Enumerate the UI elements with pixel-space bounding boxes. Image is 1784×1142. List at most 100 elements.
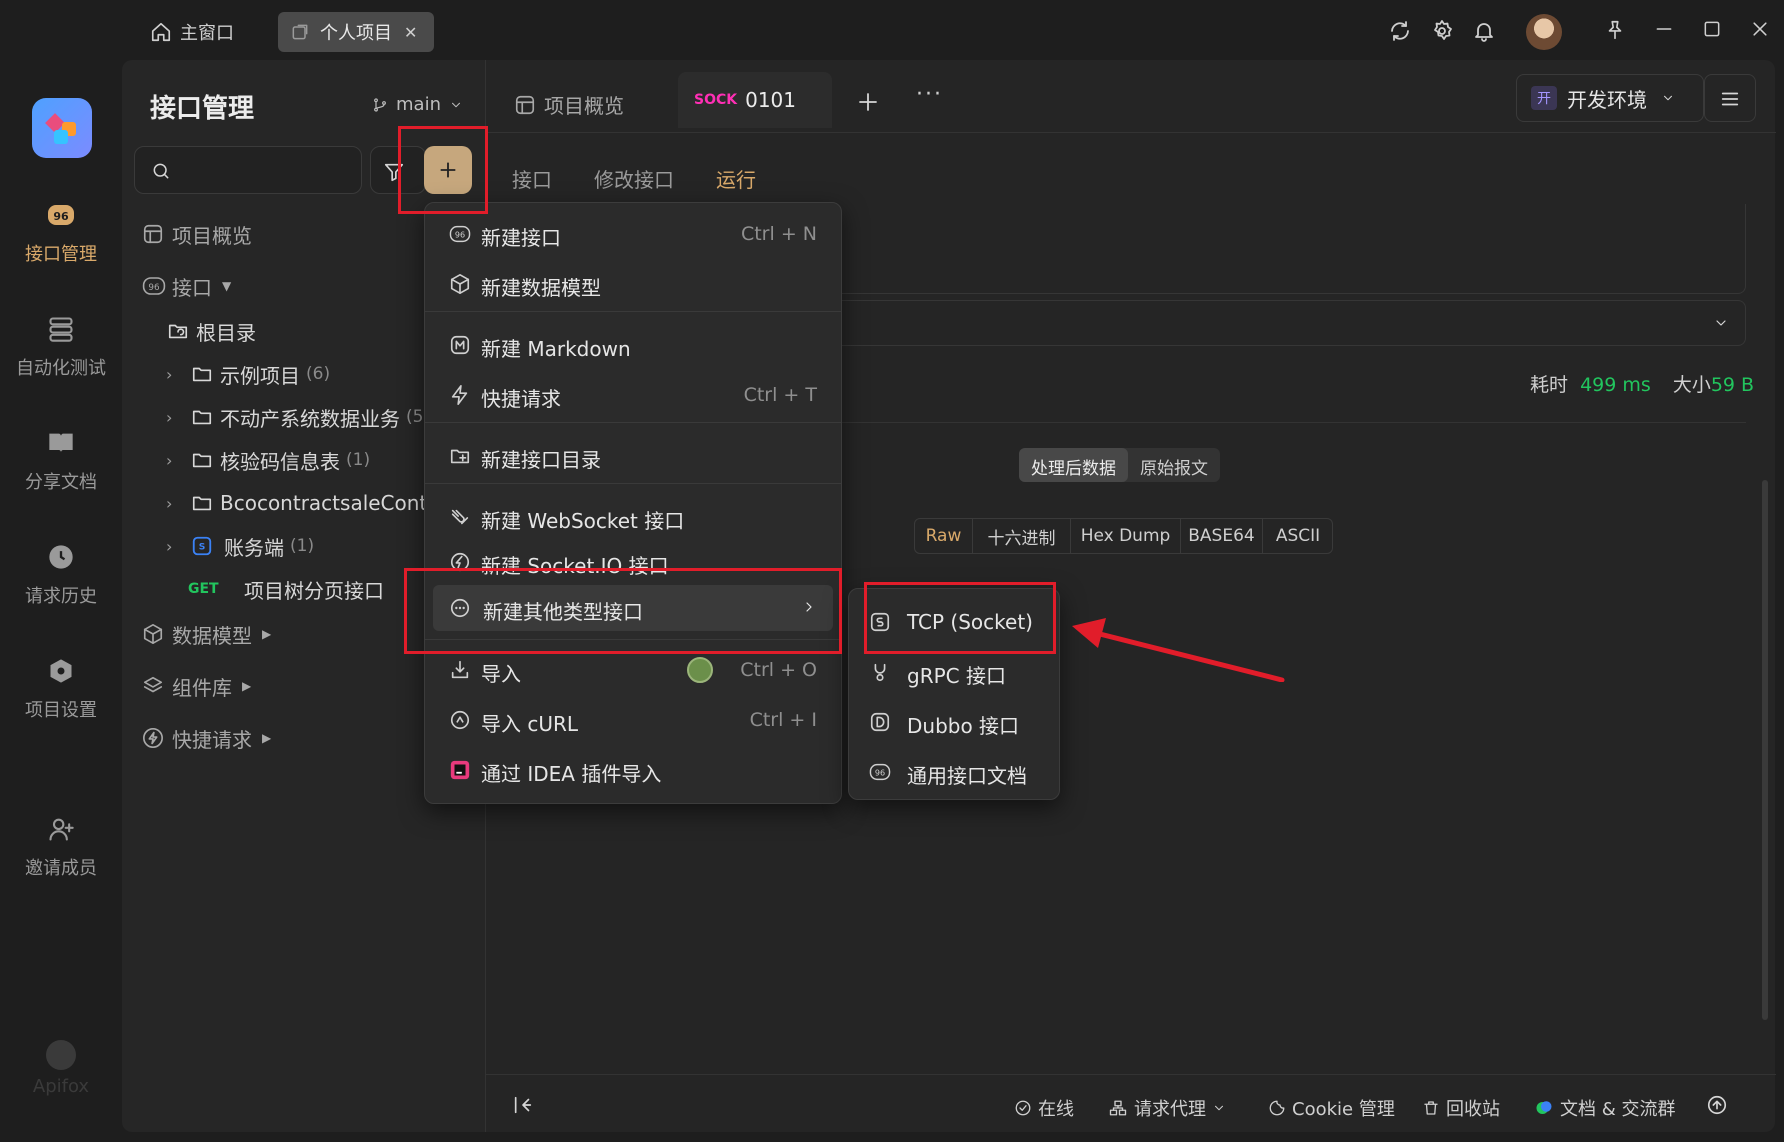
environment-selector[interactable]: 开 开发环境 [1516,74,1704,122]
bell-icon[interactable] [1472,19,1496,43]
rail-label: 分享文档 [25,472,97,493]
user-avatar[interactable] [1526,14,1562,50]
tree-label: 接口 [172,275,212,300]
recycle-bin[interactable]: 回收站 [1422,1093,1500,1123]
tab-project-overview[interactable]: 项目概览 [514,90,624,119]
tree-data-models[interactable]: 数据模型 ▶ [142,614,271,654]
api-icon: 96 [869,763,891,781]
chevron-right-icon: › [166,407,173,427]
tree-label: 项目树分页接口 [244,578,384,603]
tree-apis[interactable]: 96 接口 ▼ [142,266,231,306]
menu-label: 通用接口文档 [907,764,1027,788]
chevron-down-icon [1716,320,1726,326]
format-base64[interactable]: BASE64 [1181,519,1263,553]
folder-refresh-icon [168,324,188,339]
format-hex[interactable]: 十六进制 [973,519,1071,553]
tree-folder[interactable]: › 不动产系统数据业务 (5 [166,397,423,437]
more-tabs-icon[interactable]: ··· [916,82,943,107]
subtab-edit-api[interactable]: 修改接口 [594,164,674,193]
subtab-api[interactable]: 接口 [512,164,552,193]
submenu-item-generic-doc[interactable]: 96 通用接口文档 [849,749,1059,795]
hexagon-settings-icon [50,659,72,683]
api-icon: 96 [48,205,74,225]
menu-label: 快捷请求 [481,387,561,411]
docs-community[interactable]: 文档 & 交流群 [1534,1093,1675,1123]
svg-text:96: 96 [53,210,69,223]
response-view-toggle: 处理后数据 原始报文 [1019,448,1220,482]
rail-label: 邀请成员 [25,858,97,879]
env-badge: 开 [1531,86,1557,110]
format-raw[interactable]: Raw [915,519,973,553]
menu-label: 新建数据模型 [481,276,601,300]
minimize-icon[interactable] [1654,19,1674,39]
project-tab[interactable]: 个人项目 ✕ [278,12,434,52]
svg-text:96: 96 [875,769,885,778]
view-processed[interactable]: 处理后数据 [1019,448,1128,482]
subtab-run[interactable]: 运行 [716,164,756,193]
tab-sock-0101[interactable]: SOCK 0101 [678,72,832,128]
submenu-item-grpc[interactable]: gRPC 接口 [849,649,1059,695]
caret-right-icon: ▶ [242,679,252,693]
chevron-right-icon: › [166,450,173,470]
pin-icon[interactable] [1604,19,1626,41]
brand-watermark: Apifox [0,1040,122,1097]
menu-item-new-websocket[interactable]: 新建 WebSocket 接口 [425,494,841,540]
menu-item-new-api-folder[interactable]: 新建接口目录 [425,433,841,479]
rail-item-api-management[interactable]: 96 接口管理 [0,198,122,266]
settings-gear-icon[interactable] [1430,19,1454,43]
menu-item-new-api[interactable]: 96 新建接口 Ctrl + N [425,211,841,257]
menu-item-quick-request[interactable]: 快捷请求 Ctrl + T [425,372,841,418]
rail-item-invite-members[interactable]: 邀请成员 [0,812,122,880]
format-hexdump[interactable]: Hex Dump [1071,519,1181,553]
item-count: (5 [406,407,424,427]
close-window-icon[interactable] [1750,19,1770,39]
socket-service-icon: S [192,536,212,556]
sync-icon[interactable] [1388,19,1412,43]
home-window-tab[interactable]: 主窗口 [150,12,260,52]
cookie-manager[interactable]: Cookie 管理 [1268,1093,1395,1123]
sidebar-title: 接口管理 [150,94,255,124]
request-proxy[interactable]: 请求代理 [1108,1093,1232,1123]
size-value: 59 B [1710,374,1755,396]
collapse-left-icon[interactable] [512,1094,534,1116]
overview-icon [143,224,163,244]
rail-item-request-history[interactable]: 请求历史 [0,540,122,608]
tree-project-overview[interactable]: 项目概览 [142,214,252,254]
menu-item-new-data-model[interactable]: 新建数据模型 [425,261,841,307]
external-window-icon [292,24,308,40]
menu-item-import-curl[interactable]: 导入 cURL Ctrl + I [425,697,841,743]
upload-circle-icon[interactable] [1706,1094,1728,1116]
menu-item-import-idea[interactable]: 通过 IDEA 插件导入 [425,747,841,793]
tree-folder[interactable]: › 核验码信息表 (1) [166,440,370,480]
tree-components[interactable]: 组件库 ▶ [142,666,251,706]
maximize-icon[interactable] [1702,19,1722,39]
tree-folder[interactable]: › BcocontractsaleContr.. [166,483,446,523]
online-status[interactable]: 在线 [1014,1093,1074,1123]
tree-quick-requests[interactable]: 快捷请求 ▶ [142,718,271,758]
lightning-icon [451,385,468,405]
submenu-item-dubbo[interactable]: Dubbo 接口 [849,699,1059,745]
menu-label: 新建 WebSocket 接口 [481,509,685,533]
view-raw-message[interactable]: 原始报文 [1128,448,1220,482]
tree-root-folder[interactable]: 根目录 [166,311,256,351]
tree-socket-group[interactable]: › S 账务端 (1) [166,526,314,566]
search-input[interactable] [134,146,362,194]
chevron-down-icon [1214,1105,1224,1111]
menu-item-new-markdown[interactable]: 新建 Markdown [425,322,841,368]
rail-label: 项目设置 [25,700,97,721]
brand-label: Apifox [32,1076,90,1097]
menu-label: 导入 cURL [481,712,579,736]
rail-item-automation-test[interactable]: 自动化测试 [0,312,122,380]
scrollbar[interactable] [1762,480,1768,1020]
tree-api-item[interactable]: GET 项目树分页接口 [188,569,384,609]
rail-item-project-settings[interactable]: 项目设置 [0,654,122,722]
branch-selector[interactable]: main [372,94,463,115]
format-ascii[interactable]: ASCII [1263,519,1332,553]
menu-button[interactable] [1704,74,1756,122]
add-tab-icon[interactable] [856,90,880,114]
close-tab-icon[interactable]: ✕ [404,23,417,42]
folder-icon [192,453,212,468]
tree-folder[interactable]: › 示例项目 (6) [166,354,330,394]
svg-text:96: 96 [148,283,160,293]
rail-item-share-docs[interactable]: 分享文档 [0,426,122,494]
